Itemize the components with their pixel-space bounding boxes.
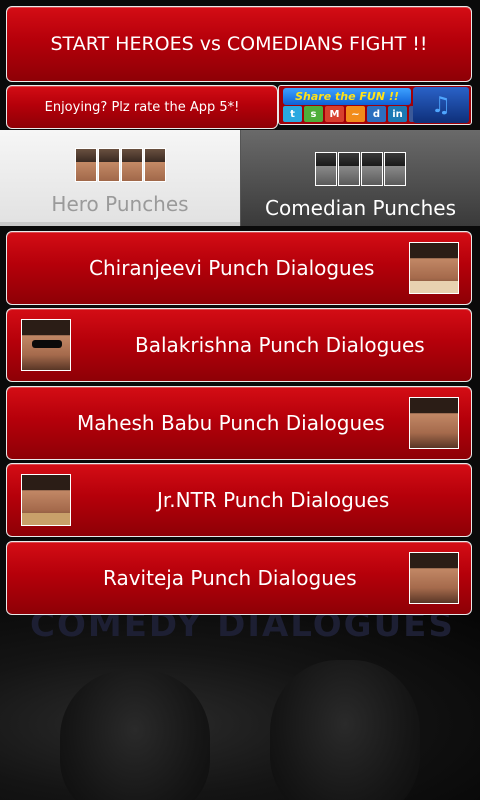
tab-comedian-label: Comedian Punches — [265, 196, 456, 220]
tab-comedian-punches[interactable]: Comedian Punches — [240, 130, 480, 226]
hero-faces-strip — [74, 148, 166, 182]
balakrishna-thumbnail — [21, 319, 71, 371]
list-item-label: Balakrishna Punch Dialogues — [135, 333, 425, 357]
tab-hero-punches[interactable]: Hero Punches — [0, 130, 240, 226]
chiranjeevi-thumbnail — [409, 242, 459, 294]
collar-shape — [410, 281, 458, 293]
comedian-face-thumb — [384, 152, 406, 186]
raviteja-thumbnail — [409, 552, 459, 604]
linkedin-icon[interactable]: in — [388, 106, 407, 122]
list-item-jr-ntr[interactable]: Jr.NTR Punch Dialogues — [6, 463, 472, 537]
tab-hero-label: Hero Punches — [51, 192, 189, 216]
hero-face-thumb — [74, 148, 97, 182]
list-item-raviteja[interactable]: Raviteja Punch Dialogues — [6, 541, 472, 615]
digg-icon[interactable]: d — [367, 106, 386, 122]
rate-app-button[interactable]: Enjoying? Plz rate the App 5*! — [6, 85, 278, 129]
hero-face-thumb — [143, 148, 166, 182]
twitter-icon[interactable]: t — [283, 106, 302, 122]
background-face-right — [270, 660, 420, 800]
list-item-label: Chiranjeevi Punch Dialogues — [89, 256, 375, 280]
rate-app-label: Enjoying? Plz rate the App 5*! — [44, 99, 240, 115]
hero-face-thumb — [97, 148, 120, 182]
uniform-shape — [22, 513, 70, 525]
rss-icon[interactable]: ~ — [346, 106, 365, 122]
list-item-chiranjeevi[interactable]: Chiranjeevi Punch Dialogues — [6, 231, 472, 305]
share-label: Share the FUN !! — [283, 88, 411, 105]
share-panel[interactable]: Share the FUN !! t s M ~ d in f ♫ — [278, 85, 472, 125]
sunglasses-shape — [32, 340, 62, 348]
start-fight-button[interactable]: START HEROES vs COMEDIANS FIGHT !! — [6, 6, 472, 82]
music-player-icon[interactable]: ♫ — [413, 87, 469, 123]
list-item-label: Jr.NTR Punch Dialogues — [157, 488, 390, 512]
jr-ntr-thumbnail — [21, 474, 71, 526]
list-item-label: Mahesh Babu Punch Dialogues — [77, 411, 385, 435]
mahesh-babu-thumbnail — [409, 397, 459, 449]
comedian-face-thumb — [338, 152, 360, 186]
comedian-faces-strip — [315, 152, 406, 186]
list-item-label: Raviteja Punch Dialogues — [103, 566, 357, 590]
comedian-face-thumb — [315, 152, 337, 186]
gmail-icon[interactable]: M — [325, 106, 344, 122]
social-icons-row: t s M ~ d in f — [283, 106, 428, 122]
comedian-face-thumb — [361, 152, 383, 186]
list-item-balakrishna[interactable]: Balakrishna Punch Dialogues — [6, 308, 472, 382]
hero-face-thumb — [120, 148, 143, 182]
background-face-left — [60, 670, 210, 800]
list-item-mahesh-babu[interactable]: Mahesh Babu Punch Dialogues — [6, 386, 472, 460]
stumbleupon-icon[interactable]: s — [304, 106, 323, 122]
start-fight-label: START HEROES vs COMEDIANS FIGHT !! — [50, 33, 428, 55]
